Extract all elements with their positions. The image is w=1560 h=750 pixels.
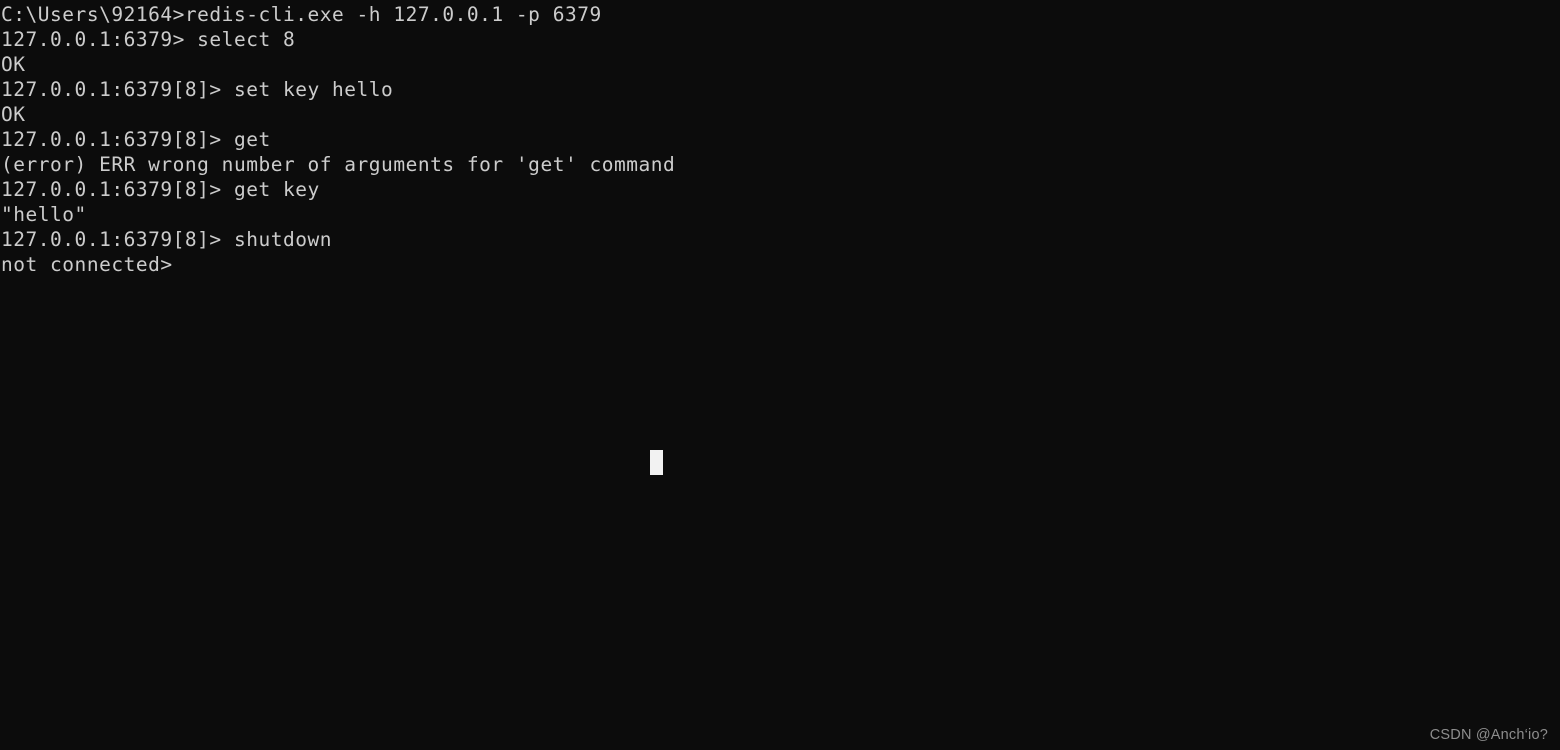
- terminal-line: OK: [1, 53, 26, 76]
- terminal-line: (error) ERR wrong number of arguments fo…: [1, 153, 676, 176]
- terminal-line: 127.0.0.1:6379[8]> get key: [1, 178, 320, 201]
- console-window[interactable]: C:\Users\92164>redis-cli.exe -h 127.0.0.…: [0, 0, 1560, 750]
- terminal-line: 127.0.0.1:6379[8]> set key hello: [1, 78, 394, 101]
- terminal-line: "hello": [1, 203, 87, 226]
- terminal-line: not connected>: [1, 253, 173, 276]
- terminal-line: 127.0.0.1:6379[8]> shutdown: [1, 228, 333, 251]
- terminal-output-buffer[interactable]: C:\Users\92164>redis-cli.exe -h 127.0.0.…: [0, 0, 1560, 277]
- text-cursor: [650, 450, 663, 475]
- terminal-line: 127.0.0.1:6379[8]> get: [1, 128, 271, 151]
- watermark-label: CSDN @Anch‘io?: [1429, 727, 1548, 743]
- terminal-line: C:\Users\92164>redis-cli.exe -h 127.0.0.…: [1, 3, 602, 26]
- terminal-line: 127.0.0.1:6379> select 8: [1, 28, 296, 51]
- terminal-line: OK: [1, 103, 26, 126]
